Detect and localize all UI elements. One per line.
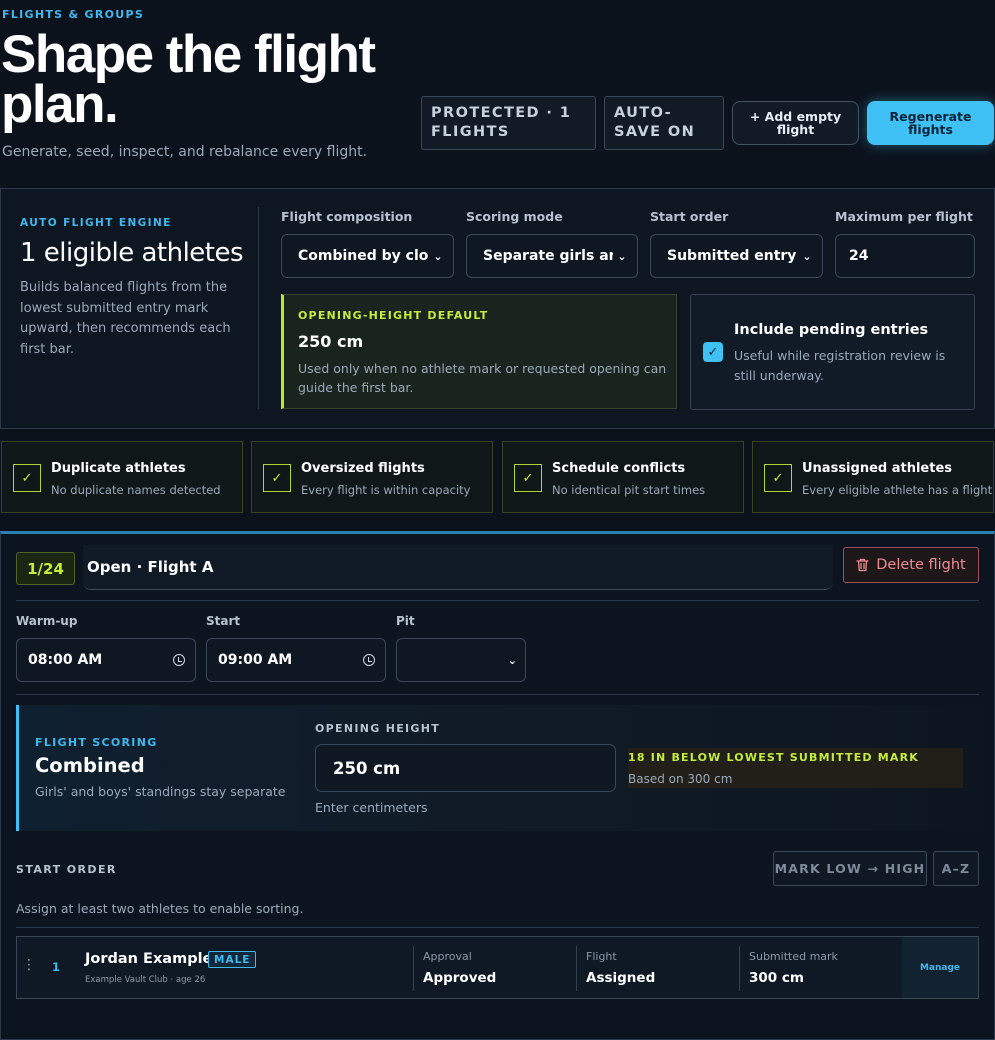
opening-height-input[interactable]: 250 cm (315, 744, 616, 792)
opening-height-label: OPENING HEIGHT (315, 722, 441, 735)
sort-az-button[interactable]: A–Z (933, 851, 979, 886)
check-icon: ✓ (514, 464, 542, 492)
engine-description: Builds balanced flights from the lowest … (20, 280, 231, 357)
divider (16, 694, 979, 695)
athlete-club: Example Vault Club · age 26 (85, 975, 206, 985)
check-title: Duplicate athletes (51, 461, 186, 476)
include-pending-checkbox[interactable]: ✓ (703, 342, 723, 362)
scoring-mode-select[interactable]: Separate girls and boys ⌄ (466, 234, 638, 278)
divider (16, 927, 979, 928)
mark-note-title: 18 IN BELOW LOWEST SUBMITTED MARK (628, 751, 920, 764)
check-title: Schedule conflicts (552, 461, 686, 476)
include-pending-title: Include pending entries (734, 322, 929, 338)
max-per-flight-input[interactable]: 24 (835, 234, 975, 278)
flight-status-value: Assigned (586, 970, 656, 986)
engine-eyebrow: AUTO FLIGHT ENGINE (20, 217, 172, 229)
start-order-select[interactable]: Submitted entry mark ⌄ (650, 234, 823, 278)
sort-mark-button[interactable]: MARK LOW → HIGH (773, 851, 927, 886)
start-order-heading: START ORDER (16, 863, 117, 876)
gender-badge: MALE (208, 951, 257, 968)
page-subtitle: Generate, seed, inspect, and rebalance e… (2, 144, 368, 160)
scoring-mode-label: Scoring mode (466, 209, 563, 224)
flight-scoring-description: Girls' and boys' standings stay separate (35, 784, 286, 799)
add-empty-flight-button[interactable]: + Add empty flight (732, 101, 859, 145)
check-icon: ✓ (13, 464, 41, 492)
check-icon: ✓ (263, 464, 291, 492)
start-order-hint: Assign at least two athletes to enable s… (16, 901, 304, 916)
check-schedule-conflicts: ✓ Schedule conflicts No identical pit st… (502, 441, 744, 513)
chevron-down-icon: ⌄ (433, 249, 443, 263)
warmup-label: Warm-up (16, 614, 78, 628)
approval-value: Approved (423, 970, 497, 986)
drag-handle-icon[interactable]: ⋮ (22, 958, 36, 972)
include-pending-description: Useful while registration review is stil… (734, 348, 946, 383)
flight-name-input[interactable]: Open · Flight A (83, 545, 833, 590)
submitted-mark-value: 300 cm (749, 970, 804, 986)
opening-height-hint: Enter centimeters (315, 800, 428, 815)
athlete-order-number: 1 (52, 960, 61, 974)
divider (16, 600, 979, 601)
warmup-time-input[interactable]: 08:00 AM (16, 638, 196, 682)
flight-count-badge: 1/24 (16, 552, 75, 585)
check-icon: ✓ (764, 464, 792, 492)
autosave-pill: AUTO-SAVE ON (604, 96, 724, 150)
regenerate-flights-button[interactable]: Regenerate flights (867, 101, 994, 145)
chevron-down-icon: ⌄ (617, 249, 627, 263)
max-per-flight-label: Maximum per flight (835, 209, 973, 224)
check-unassigned-athletes: ✓ Unassigned athletes Every eligible ath… (752, 441, 994, 513)
chevron-down-icon: ⌄ (802, 249, 812, 263)
opening-default-value: 250 cm (298, 332, 364, 351)
page-title: Shape the flight plan. (1, 25, 376, 134)
athlete-row (16, 936, 979, 999)
flight-composition-select[interactable]: Combined by closest mark ⌄ (281, 234, 454, 278)
delete-flight-button[interactable]: Delete flight (843, 547, 979, 583)
chevron-down-icon: ⌄ (507, 653, 517, 667)
check-description: No identical pit start times (552, 483, 706, 497)
column-divider (576, 946, 577, 991)
section-eyebrow: FLIGHTS & GROUPS (2, 8, 145, 21)
approval-label: Approval (423, 950, 472, 963)
submitted-mark-label: Submitted mark (749, 950, 838, 963)
flight-scoring-eyebrow: FLIGHT SCORING (35, 736, 158, 749)
start-order-label: Start order (650, 209, 729, 224)
panel-divider (258, 207, 259, 409)
protected-flights-pill: PROTECTED · 1 FLIGHTS (421, 96, 596, 150)
trash-icon (856, 558, 869, 572)
pit-label: Pit (396, 614, 415, 628)
check-oversized-flights: ✓ Oversized flights Every flight is with… (251, 441, 493, 513)
manage-athlete-button[interactable]: Manage (902, 937, 978, 998)
checkmark-icon: ✓ (707, 344, 719, 360)
clock-icon (363, 654, 375, 666)
flight-scoring-title: Combined (35, 754, 145, 777)
flight-status-label: Flight (586, 950, 617, 963)
check-description: No duplicate names detected (51, 483, 221, 497)
start-label: Start (206, 614, 241, 628)
check-duplicate-athletes: ✓ Duplicate athletes No duplicate names … (1, 441, 243, 513)
check-title: Oversized flights (301, 461, 425, 476)
eligible-athletes-count: 1 eligible athletes (20, 238, 244, 268)
check-description: Every eligible athlete has a flight (802, 483, 993, 497)
opening-default-description: Used only when no athlete mark or reques… (298, 361, 667, 395)
column-divider (739, 946, 740, 991)
pit-select[interactable]: ⌄ (396, 638, 526, 682)
check-description: Every flight is within capacity (301, 483, 471, 497)
mark-note-subtitle: Based on 300 cm (628, 772, 733, 786)
check-title: Unassigned athletes (802, 461, 953, 476)
column-divider (413, 946, 414, 991)
clock-icon (173, 654, 185, 666)
flight-composition-label: Flight composition (281, 209, 413, 224)
start-time-input[interactable]: 09:00 AM (206, 638, 386, 682)
opening-default-eyebrow: OPENING-HEIGHT DEFAULT (298, 309, 489, 322)
athlete-name: Jordan Example (85, 951, 213, 967)
